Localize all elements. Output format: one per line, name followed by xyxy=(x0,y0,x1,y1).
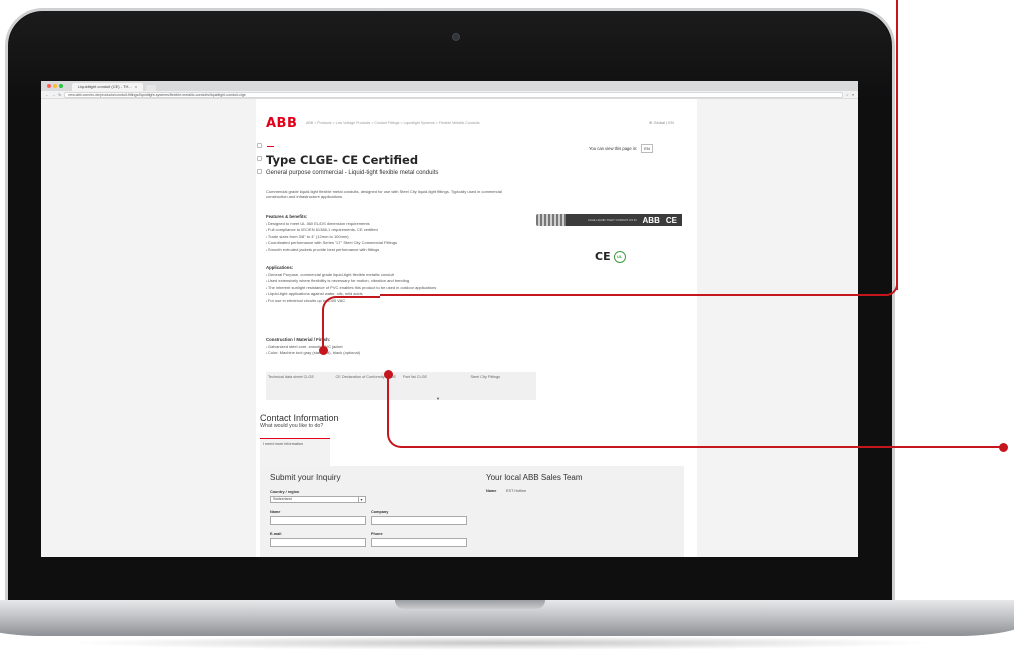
page-subtitle: General purpose commercial - Liquid-tigh… xyxy=(266,170,439,176)
browser-menu-icon[interactable]: ≡ xyxy=(852,93,854,97)
forward-icon[interactable]: → xyxy=(52,93,56,97)
callout-line-1-corner xyxy=(884,284,898,296)
product-description: Commercial grade liquid-tight flexible m… xyxy=(266,189,502,200)
chevron-down-icon[interactable]: ▼ xyxy=(436,396,440,401)
back-icon[interactable]: ← xyxy=(45,93,49,97)
inquiry-heading: Submit your Inquiry xyxy=(270,473,341,482)
region-selector[interactable]: ⊕ Global | EN xyxy=(649,120,674,125)
callout-dot-2 xyxy=(384,370,393,379)
minimize-window-icon[interactable] xyxy=(53,84,57,88)
laptop-mockup: Liquidtight conduit (CE) - TH... × ← → ↻… xyxy=(0,0,1014,660)
conduit-ce: CE xyxy=(665,215,677,225)
browser-tabbar: Liquidtight conduit (CE) - TH... × xyxy=(41,81,858,91)
email-field[interactable] xyxy=(270,538,366,547)
conduit-brand: ABB xyxy=(642,215,660,225)
window-controls xyxy=(47,81,63,91)
share-toolbar xyxy=(257,143,262,174)
list-item: For use in electrical circuits up to 100… xyxy=(266,298,546,304)
page-left-margin xyxy=(41,99,256,557)
web-page: ABB ABB > Products > Low Voltage Product… xyxy=(41,99,858,557)
email-label: E-mail xyxy=(270,532,282,536)
country-select[interactable]: Switzerland ▾ xyxy=(270,496,366,503)
name-label: Name xyxy=(270,510,281,514)
email-icon[interactable] xyxy=(257,169,262,174)
applications-heading: Applications: xyxy=(266,265,294,270)
view-page-text: You can view this page in: xyxy=(589,146,638,151)
page-title: Type CLGE- CE Certified xyxy=(266,153,419,167)
sales-name-value: EST Hotline xyxy=(506,489,527,493)
sales-name-label: Name xyxy=(486,489,497,493)
bookmark-star-icon[interactable]: ☆ xyxy=(846,93,849,97)
document-link[interactable]: Steel City Fittings xyxy=(469,372,537,400)
product-image: CLGE LIQUID-TIGHT CONDUIT 3/4 IN ABB CE xyxy=(536,211,682,229)
country-value: Switzerland xyxy=(273,497,292,501)
browser-toolbar: ← → ↻ new.abb.com/ec-de/products/conduit… xyxy=(41,91,858,99)
name-field[interactable] xyxy=(270,516,366,525)
callout-line-1-curve xyxy=(322,296,380,350)
tab-close-icon[interactable]: × xyxy=(135,83,137,91)
construction-list: Galvanized steel core, smooth PVC jacket… xyxy=(266,344,546,357)
sales-team-heading: Your local ABB Sales Team xyxy=(486,473,583,482)
callout-line-2-curve xyxy=(387,375,403,448)
laptop-shadow xyxy=(60,636,940,650)
maximize-window-icon[interactable] xyxy=(59,84,63,88)
company-field[interactable] xyxy=(371,516,467,525)
conduit-label: CLGE LIQUID-TIGHT CONDUIT 3/4 IN ABB CE xyxy=(566,214,682,226)
chevron-down-icon: ▾ xyxy=(358,497,364,502)
share-icon[interactable] xyxy=(257,156,262,161)
page-right-margin xyxy=(697,99,858,557)
callout-dot-1 xyxy=(319,346,328,355)
laptop-notch xyxy=(395,600,545,609)
callout-line-1-horizontal xyxy=(380,294,885,296)
print-icon[interactable] xyxy=(257,143,262,148)
new-tab-button[interactable] xyxy=(146,85,157,91)
language-button[interactable]: EN xyxy=(641,144,653,153)
conduit-label-text: CLGE LIQUID-TIGHT CONDUIT 3/4 IN xyxy=(587,217,637,222)
language-switch: You can view this page in: EN xyxy=(589,144,653,153)
features-list: Designed to meet UL 360 EL/DS dimension … xyxy=(266,221,546,253)
contact-option-label: I need more information xyxy=(263,442,304,446)
phone-label: Phone xyxy=(371,532,383,536)
construction-heading: Construction / Material / Finish: xyxy=(266,337,331,342)
close-window-icon[interactable] xyxy=(47,84,51,88)
company-label: Company xyxy=(371,510,389,514)
callout-line-1-vertical xyxy=(896,0,898,290)
title-accent-bar xyxy=(267,146,274,147)
document-link[interactable]: Part list CLGE xyxy=(401,372,469,400)
laptop-screen: Liquidtight conduit (CE) - TH... × ← → ↻… xyxy=(41,81,858,557)
list-item: Color: Machine tool gray (standard), bla… xyxy=(266,350,546,356)
callout-dot-3 xyxy=(999,443,1008,452)
region-label: Global | EN xyxy=(653,120,674,125)
country-label: Country / region xyxy=(270,490,300,494)
contact-heading: Contact Information xyxy=(260,413,339,423)
ul-mark-icon: UL xyxy=(613,250,626,263)
features-heading: Features & benefits: xyxy=(266,214,308,219)
document-link[interactable]: Technical data sheet CLGE xyxy=(266,372,334,400)
camera-icon xyxy=(452,33,460,41)
browser-tab-title: Liquidtight conduit (CE) - TH... xyxy=(78,84,132,89)
address-bar[interactable]: new.abb.com/ec-de/products/conduit-fitti… xyxy=(64,91,843,98)
applications-list: General Purpose, commercial grade liquid… xyxy=(266,272,546,304)
inquiry-panel: Submit your Inquiry Country / region Swi… xyxy=(260,466,684,557)
list-item: Smooth extruded jackets provide best per… xyxy=(266,247,546,253)
contact-subheading: What would you like to do? xyxy=(260,423,324,429)
certification-marks: CE UL xyxy=(595,250,626,263)
globe-icon: ⊕ xyxy=(649,120,653,125)
callout-line-2-horizontal xyxy=(402,446,1006,448)
breadcrumb[interactable]: ABB > Products > Low Voltage Products > … xyxy=(306,121,480,125)
ce-mark-icon: CE xyxy=(595,250,611,263)
abb-logo[interactable]: ABB xyxy=(266,116,297,131)
reload-icon[interactable]: ↻ xyxy=(58,93,61,97)
phone-field[interactable] xyxy=(371,538,467,547)
browser-tab[interactable]: Liquidtight conduit (CE) - TH... × xyxy=(72,83,144,91)
